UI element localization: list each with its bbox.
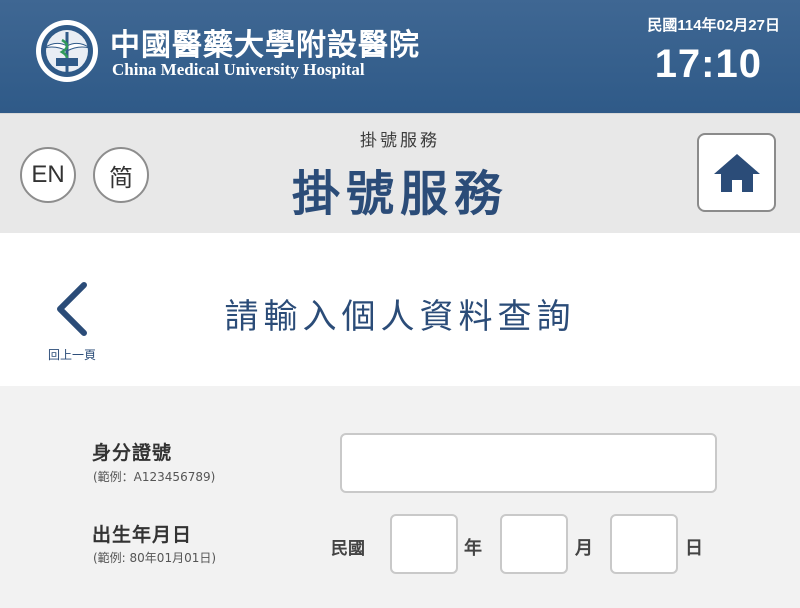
service-bar: EN 简 掛號服務 掛號服務 xyxy=(0,113,800,233)
hospital-name-zh: 中國醫藥大學附設醫院 xyxy=(110,28,420,63)
month-unit-label: 月 xyxy=(575,538,593,559)
birth-day-input[interactable] xyxy=(610,514,678,574)
birth-month-input[interactable] xyxy=(500,514,568,574)
form-heading: 請輸入個人資料查詢 xyxy=(224,297,576,337)
service-subtitle: 掛號服務 xyxy=(360,131,440,151)
header-clock: 17:10 xyxy=(654,42,762,86)
home-button[interactable] xyxy=(697,133,776,212)
birthdate-label: 出生年月日 xyxy=(92,524,193,546)
hospital-logo-icon xyxy=(36,20,98,82)
back-button-label: 回上一頁 xyxy=(47,348,96,362)
year-unit-label: 年 xyxy=(464,538,482,559)
id-number-label: 身分證號 xyxy=(92,442,173,464)
birthdate-hint: (範例: 80年01月01日) xyxy=(93,551,217,565)
home-icon xyxy=(713,153,760,192)
app-header: 中國醫藥大學附設醫院 China Medical University Hosp… xyxy=(0,0,800,113)
birthdate-era-label: 民國 xyxy=(331,539,365,559)
page-title: 掛號服務 xyxy=(291,166,508,222)
id-number-input[interactable] xyxy=(340,433,717,493)
query-form: 身分證號 (範例：A123456789) 出生年月日 (範例: 80年01月01… xyxy=(0,386,800,608)
hospital-name-en: China Medical University Hospital xyxy=(112,60,365,79)
birth-year-input[interactable] xyxy=(390,514,458,574)
id-number-hint: (範例：A123456789) xyxy=(93,470,216,484)
sub-header: 回上一頁 請輸入個人資料查詢 xyxy=(0,233,800,386)
day-unit-label: 日 xyxy=(685,538,703,559)
header-date: 民國114年02月27日 xyxy=(647,17,780,34)
